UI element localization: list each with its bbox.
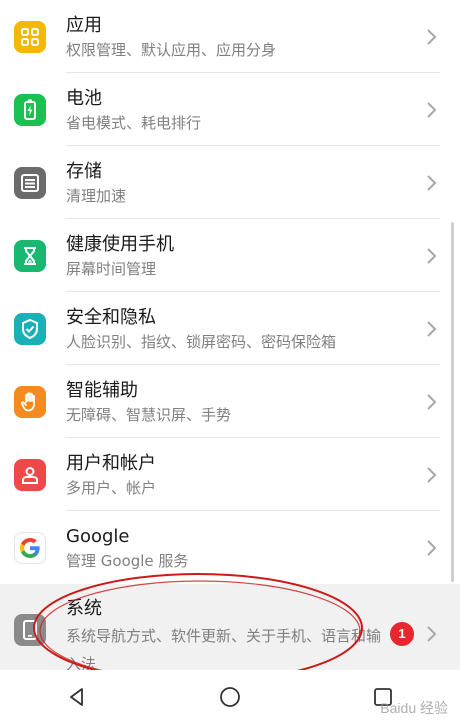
system-phone-icon [14, 614, 46, 646]
item-subtitle: 无障碍、智慧识屏、手势 [66, 405, 232, 424]
user-icon [14, 458, 46, 491]
apps-grid-icon [14, 20, 46, 53]
chevron-right-icon [427, 101, 437, 118]
settings-item-smart-assist[interactable]: 智能辅助 无障碍、智慧识屏、手势 [0, 365, 460, 438]
item-subtitle: 管理 Google 服务 [66, 551, 189, 570]
item-title: 系统 [66, 598, 102, 619]
home-circle-icon [220, 687, 240, 707]
settings-item-security-privacy[interactable]: 安全和隐私 人脸识别、指纹、锁屏密码、密码保险箱 [0, 292, 460, 365]
item-title: 健康使用手机 [66, 233, 174, 255]
item-subtitle: 省电模式、耗电排行 [66, 113, 202, 132]
item-subtitle: 人脸识别、指纹、锁屏密码、密码保险箱 [66, 332, 337, 351]
chevron-right-icon [427, 393, 437, 410]
item-title: 用户和帐户 [66, 452, 156, 474]
watermark: Baidu 经验 [380, 700, 448, 716]
storage-icon [14, 166, 46, 199]
hourglass-icon [14, 239, 46, 272]
scrollbar[interactable] [451, 222, 454, 582]
item-title: 存储 [66, 160, 102, 182]
item-title: 应用 [66, 14, 102, 36]
hand-icon [14, 385, 46, 418]
notification-badge: 1 [390, 622, 414, 646]
item-title: 安全和隐私 [66, 306, 156, 328]
home-button[interactable] [210, 677, 250, 717]
chevron-right-icon [427, 320, 437, 337]
settings-item-storage[interactable]: 存储 清理加速 [0, 146, 460, 219]
item-subtitle: 多用户、帐户 [66, 478, 157, 497]
back-triangle-icon [69, 688, 83, 706]
item-subtitle: 权限管理、默认应用、应用分身 [66, 40, 277, 59]
settings-item-battery[interactable]: 电池 省电模式、耗电排行 [0, 73, 460, 146]
shield-icon [14, 312, 46, 345]
item-title: 智能辅助 [66, 379, 138, 401]
chevron-right-icon [427, 539, 437, 556]
item-title: 电池 [66, 87, 102, 109]
item-title: Google [66, 525, 130, 547]
settings-item-google[interactable]: Google 管理 Google 服务 [0, 511, 460, 584]
chevron-right-icon [427, 247, 437, 264]
chevron-right-icon [427, 174, 437, 191]
chevron-right-icon [427, 626, 437, 642]
google-icon [14, 531, 46, 564]
chevron-right-icon [427, 28, 437, 45]
item-subtitle: 屏幕时间管理 [66, 259, 157, 278]
settings-list: 应用 权限管理、默认应用、应用分身 电池 省电模式、耗电排行 存储 清理加速 健… [0, 0, 460, 684]
back-button[interactable] [57, 677, 97, 717]
chevron-right-icon [427, 466, 437, 483]
settings-item-digital-balance[interactable]: 健康使用手机 屏幕时间管理 [0, 219, 460, 292]
battery-icon [14, 93, 46, 126]
settings-item-apps[interactable]: 应用 权限管理、默认应用、应用分身 [0, 0, 460, 73]
settings-item-users-accounts[interactable]: 用户和帐户 多用户、帐户 [0, 438, 460, 511]
item-subtitle: 清理加速 [66, 186, 127, 205]
settings-item-system[interactable]: 系统 系统导航方式、软件更新、关于手机、语言和输入法 1 [0, 584, 460, 684]
